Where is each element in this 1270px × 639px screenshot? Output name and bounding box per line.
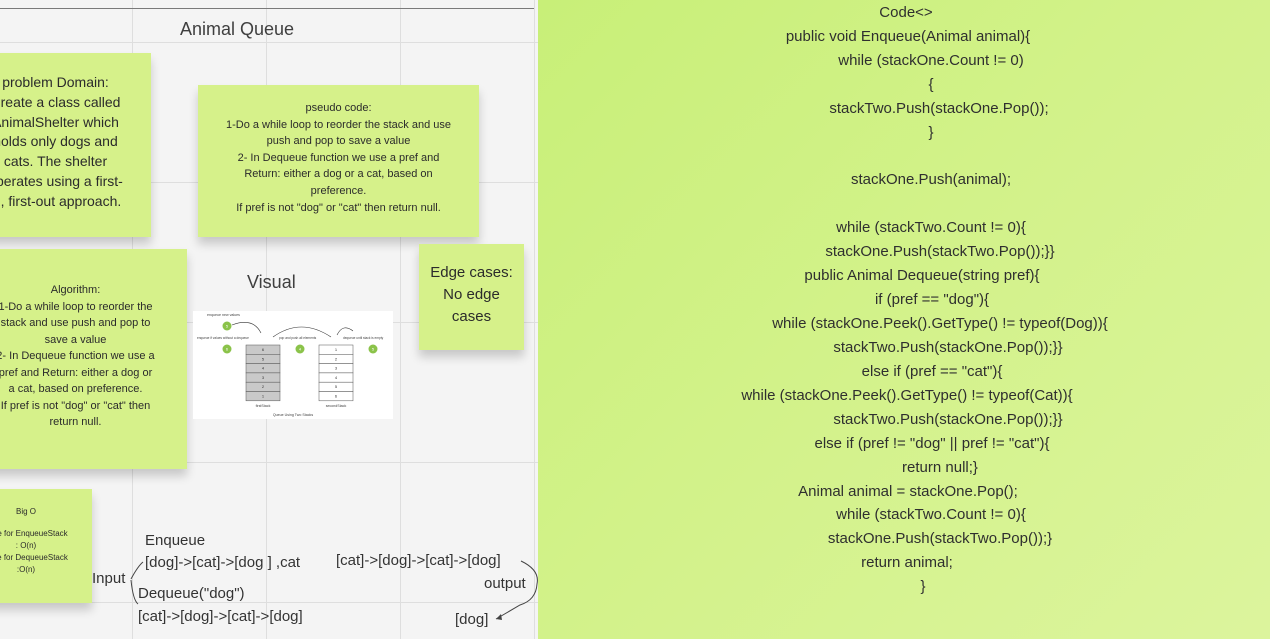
code-line: while (stackTwo.Count != 0){ [836, 506, 1026, 523]
arrow-line [130, 579, 139, 605]
code-line: } [928, 124, 934, 141]
code-line: Code<> [879, 4, 933, 21]
code-line: return animal; [861, 554, 953, 571]
code-line: stackOne.Push(animal); [850, 171, 1012, 188]
output-label: output [484, 575, 526, 592]
code-line: return null;} [902, 459, 978, 476]
code-line: else if (pref == "cat"){ [861, 363, 1003, 380]
whiteboard-canvas[interactable]: Animal Queue problem Domain: Create a cl… [0, 0, 540, 639]
code-line: { [928, 76, 934, 93]
code-line: } [920, 578, 926, 595]
arrow-head [496, 614, 502, 620]
connector-arrows [130, 560, 538, 620]
code-line: while (stackOne.Count != 0) [838, 52, 1024, 69]
code-sticky[interactable]: Code<> public void Enqueue(Animal animal… [538, 0, 1270, 639]
code-line: else if (pref != "dog" || pref != "cat")… [814, 435, 1050, 452]
code-line: public Animal Dequeue(string pref){ [804, 267, 1040, 284]
enqueue-label: Enqueue [145, 532, 206, 549]
dequeue-list: [cat]->[dog]->[cat]->[dog] [138, 608, 303, 625]
code-line: while (stackOne.Peek().GetType() != type… [741, 387, 1073, 404]
code-line: Animal animal = stackOne.Pop(); [798, 483, 1018, 500]
code-line: if (pref == "dog"){ [874, 291, 990, 308]
output-list: [cat]->[dog]->[cat]->[dog] [336, 552, 501, 569]
input-label: Input [92, 570, 126, 587]
code-line: while (stackTwo.Count != 0){ [836, 219, 1026, 236]
code-line: stackOne.Push(stackTwo.Pop());}} [825, 243, 1055, 260]
arrow-line [130, 561, 144, 580]
enqueue-list: [dog]->[cat]->[dog ] ,cat [145, 554, 301, 571]
code-line: public void Enqueue(Animal animal){ [785, 28, 1031, 45]
code-line: stackTwo.Push(stackOne.Pop()); [829, 100, 1049, 117]
code-line: while (stackOne.Peek().GetType() != type… [772, 315, 1108, 332]
code-line: stackTwo.Push(stackOne.Pop());}} [833, 411, 1063, 428]
dequeue-label: Dequeue("dog") [138, 585, 245, 602]
code-line: stackTwo.Push(stackOne.Pop());}} [833, 339, 1063, 356]
code-line: stackOne.Push(stackTwo.Pop());} [827, 530, 1053, 547]
output-result: [dog] [455, 611, 489, 628]
